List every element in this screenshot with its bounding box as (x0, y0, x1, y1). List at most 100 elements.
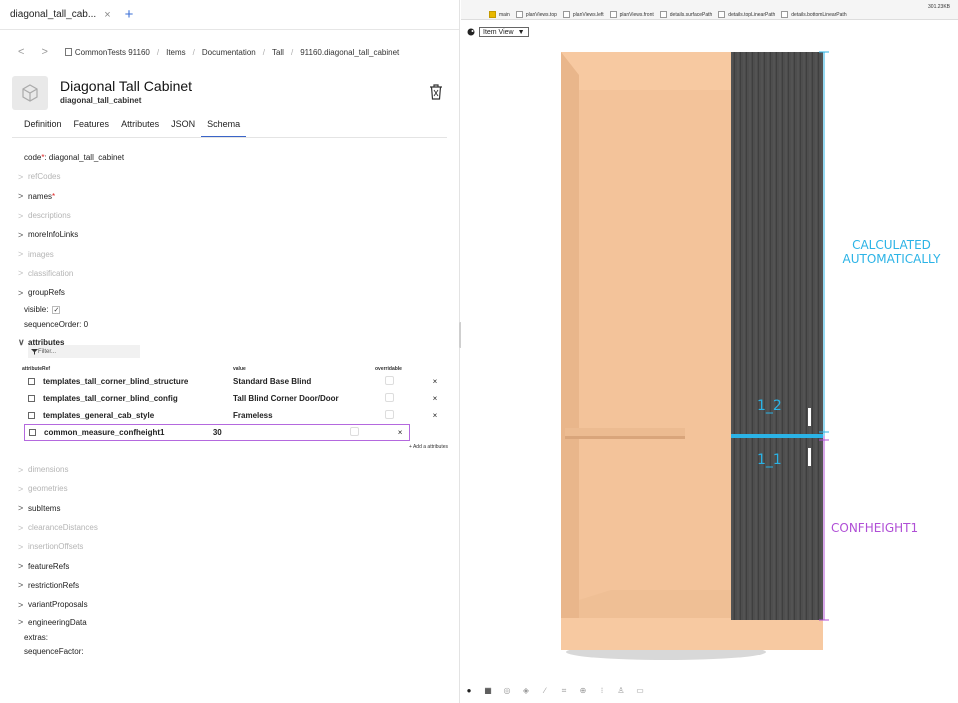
remove-icon[interactable]: × (425, 411, 445, 420)
overridable-checkbox[interactable] (385, 376, 394, 385)
section-featurerefs[interactable]: > featureRefs (18, 556, 447, 575)
tab-label: diagonal_tall_cab... (10, 9, 97, 20)
divider (12, 137, 447, 138)
visible-row: visible: ✓ (18, 302, 447, 317)
add-attribute-button[interactable]: + Add a attributes (18, 444, 448, 450)
extras-row: extras: (24, 632, 49, 642)
visible-checkbox[interactable]: ✓ (52, 305, 61, 314)
breadcrumb-separator: / (262, 47, 265, 57)
section-moreinfolinks[interactable]: > moreInfoLinks (18, 225, 447, 244)
tab-features[interactable]: Features (68, 118, 116, 138)
remove-icon[interactable]: × (391, 428, 409, 437)
overridable-checkbox[interactable] (385, 410, 394, 419)
section-geometries[interactable]: > geometries (18, 479, 447, 498)
breadcrumb-item[interactable]: CommonTests 91160 (64, 48, 150, 57)
grid-icon[interactable]: ▦ (484, 686, 492, 696)
external-link-icon[interactable] (28, 412, 35, 419)
chevron-right-icon: > (18, 503, 24, 514)
section-restrictionrefs[interactable]: > restrictionRefs (18, 576, 447, 595)
section-insertionoffsets[interactable]: > insertionOffsets (18, 537, 447, 556)
trash-icon[interactable] (429, 84, 443, 105)
sequence-factor-row: sequenceFactor: (24, 646, 84, 656)
tab-bar: diagonal_tall_cab... × + (0, 0, 459, 30)
image-icon[interactable]: ▭ (636, 686, 644, 696)
pencil-icon[interactable]: ∕ (541, 686, 549, 696)
sequence-order-label: sequenceOrder: (24, 320, 82, 330)
overridable-checkbox[interactable] (385, 393, 394, 402)
table-header: attributeRef value overridable (18, 364, 452, 373)
breadcrumb-separator: / (192, 47, 195, 57)
palette-icon[interactable]: ● (465, 686, 473, 696)
external-link-icon[interactable] (28, 378, 35, 385)
back-icon[interactable]: < (18, 46, 24, 58)
attribute-ref[interactable]: templates_tall_corner_blind_config (43, 394, 178, 403)
circle-icon[interactable]: ◎ (503, 686, 511, 696)
breadcrumb-item: 91160.diagonal_tall_cabinet (300, 47, 400, 57)
chevron-right-icon: > (18, 268, 24, 279)
table-row: templates_tall_corner_blind_config Tall … (18, 390, 452, 407)
section-refcodes[interactable]: > refCodes (18, 167, 447, 186)
calculated-callout: CALCULATED AUTOMATICALLY (842, 238, 941, 266)
tab-json[interactable]: JSON (165, 118, 201, 138)
schema-tree: code *: diagonal_tall_cabinet > refCodes >… (18, 148, 447, 352)
cube-icon[interactable]: ◈ (522, 686, 530, 696)
section-subitems[interactable]: > subItems (18, 499, 447, 518)
add-tab-icon[interactable]: + (125, 6, 134, 23)
attribute-ref[interactable]: templates_tall_corner_blind_structure (43, 377, 188, 386)
section-names[interactable]: > names * (18, 187, 447, 206)
chevron-right-icon: > (18, 541, 24, 552)
breadcrumb-item[interactable]: Documentation (202, 48, 256, 57)
breadcrumb: < > CommonTests 91160 / Items / Document… (18, 46, 399, 58)
code-row: code *: diagonal_tall_cabinet (18, 148, 447, 167)
visible-label: visible: (24, 305, 49, 315)
attribute-ref[interactable]: common_measure_confheight1 (44, 428, 164, 437)
chevron-right-icon: > (18, 171, 24, 182)
section-descriptions[interactable]: > descriptions (18, 206, 447, 225)
external-link-icon[interactable] (28, 395, 35, 402)
page-subtitle: diagonal_tall_cabinet (60, 96, 142, 105)
filter-input[interactable]: Filter... (28, 345, 140, 358)
tab-definition[interactable]: Definition (18, 118, 68, 138)
remove-icon[interactable]: × (425, 377, 445, 386)
filter-icon (31, 348, 38, 355)
item-header: Diagonal Tall Cabinet diagonal_tall_cabi… (12, 76, 447, 112)
target-icon[interactable]: ⊕ (579, 686, 587, 696)
schema-tree-bottom: > dimensions > geometries > subItems > clear… (18, 460, 447, 658)
attribute-value[interactable]: Frameless (233, 411, 375, 420)
remove-icon[interactable]: × (425, 394, 445, 403)
table-row-highlighted: common_measure_confheight1 30 × (24, 424, 410, 441)
document-tab[interactable]: diagonal_tall_cab... × (10, 9, 111, 21)
tab-schema[interactable]: Schema (201, 118, 247, 138)
section-variantproposals[interactable]: > variantProposals (18, 595, 447, 614)
attribute-value[interactable]: Tall Blind Corner Door/Door (233, 394, 375, 403)
breadcrumb-item[interactable]: Items (166, 48, 186, 57)
forward-icon[interactable]: > (41, 46, 47, 58)
column-header: overridable (375, 365, 402, 372)
attribute-value[interactable]: 30 (213, 428, 340, 437)
sequence-order-value[interactable]: 0 (84, 320, 88, 329)
section-grouprefs[interactable]: > groupRefs (18, 283, 447, 302)
attribute-ref[interactable]: templates_general_cab_style (43, 411, 154, 420)
breadcrumb-separator: / (156, 47, 160, 57)
tab-attributes[interactable]: Attributes (115, 118, 165, 138)
section-engineeringdata[interactable]: > engineeringData (18, 614, 447, 630)
section-images[interactable]: > images (18, 244, 447, 263)
frame-icon[interactable]: ⌗ (560, 686, 568, 696)
chevron-right-icon: > (18, 287, 24, 298)
breadcrumb-item[interactable]: Tall (272, 48, 284, 57)
page-title: Diagonal Tall Cabinet (60, 78, 193, 94)
breadcrumb-separator: / (290, 47, 294, 57)
dots-icon[interactable]: ⁝ (598, 686, 606, 696)
section-clearancedistances[interactable]: > clearanceDistances (18, 518, 447, 537)
section-classification[interactable]: > classification (18, 264, 447, 283)
attribute-value[interactable]: Standard Base Blind (233, 377, 375, 386)
close-icon[interactable]: × (104, 9, 110, 21)
overridable-checkbox[interactable] (350, 427, 360, 436)
code-label: code (24, 153, 42, 163)
person-icon[interactable]: ♙ (617, 686, 625, 696)
section-dimensions[interactable]: > dimensions (18, 460, 447, 479)
external-link-icon[interactable] (29, 429, 36, 436)
chevron-right-icon: > (18, 580, 24, 591)
table-row: templates_tall_corner_blind_structure St… (18, 373, 452, 390)
3d-viewport[interactable] (461, 0, 958, 703)
